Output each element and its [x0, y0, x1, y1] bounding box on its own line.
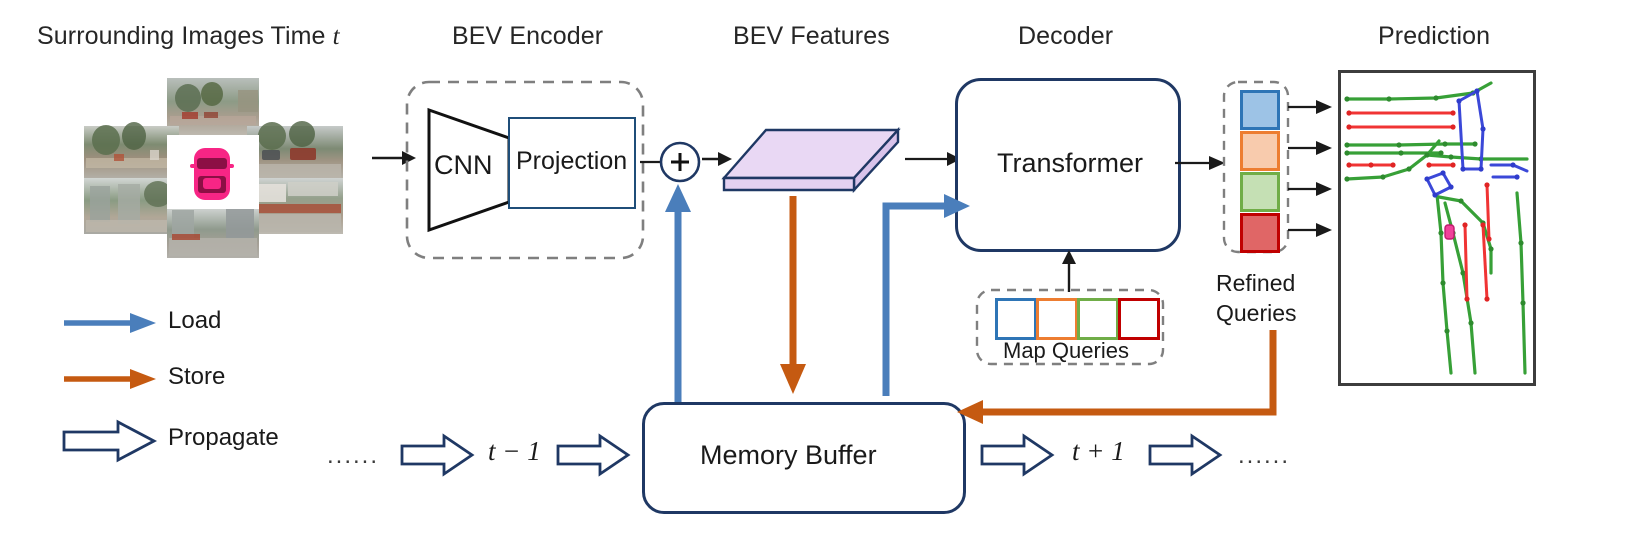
- refined-query-swatch-orange[interactable]: [1240, 131, 1280, 171]
- legend-load-arrow: [62, 310, 158, 336]
- legend-store-arrow: [62, 366, 158, 392]
- timeline-prev-step: t − 1: [488, 436, 541, 466]
- timeline-next-step: t + 1: [1072, 436, 1125, 466]
- refined-queries-label-line1: Refined: [1216, 270, 1296, 296]
- stage-title-decoder: Decoder: [1018, 22, 1114, 50]
- refined-query-swatch-red[interactable]: [1240, 213, 1280, 253]
- time-variable-t: t: [332, 23, 340, 50]
- ego-vehicle-icon: [190, 148, 234, 200]
- camera-front: [167, 78, 259, 140]
- cnn-label: CNN: [434, 150, 493, 180]
- load-arrow-to-sum: [663, 182, 693, 410]
- stage-title-surrounding-images: Surrounding Images Time t: [37, 22, 340, 51]
- camera-front-left: [84, 122, 179, 180]
- arrow-transformer-to-refined: [1175, 152, 1227, 174]
- store-arrow-refined-to-memory: [955, 330, 1295, 440]
- prediction-hd-map[interactable]: [1338, 70, 1536, 386]
- arrows-refined-to-prediction: [1288, 84, 1338, 254]
- legend-propagate-arrow: [62, 419, 158, 463]
- map-divider-vertices: [1346, 110, 1492, 302]
- legend-label-load: Load: [168, 307, 222, 334]
- refined-query-swatch-blue[interactable]: [1240, 90, 1280, 130]
- store-arrow-bev-to-memory: [778, 196, 808, 396]
- projection-label: Projection: [516, 147, 628, 175]
- transformer-label: Transformer: [997, 148, 1144, 178]
- arrow-map-queries-to-transformer: [1058, 250, 1080, 292]
- camera-back-right: [247, 178, 343, 234]
- camera-back-left: [84, 178, 179, 234]
- refined-query-swatch-green[interactable]: [1240, 172, 1280, 212]
- surrounding-images-text: Surrounding Images Time: [37, 22, 333, 50]
- timeline-right-ellipsis: ......: [1238, 442, 1291, 469]
- memory-buffer-label: Memory Buffer: [700, 440, 877, 470]
- legend-label-store: Store: [168, 363, 226, 390]
- stage-title-bev-encoder: BEV Encoder: [452, 22, 604, 50]
- stage-title-bev-features: BEV Features: [733, 22, 890, 50]
- map-ego-vehicle-marker: [1444, 224, 1455, 240]
- propagate-arrow-left-2: [556, 433, 631, 477]
- propagate-arrow-right-1: [980, 433, 1055, 477]
- surrounding-camera-collage: [62, 78, 362, 258]
- propagate-arrow-right-2: [1148, 433, 1223, 477]
- camera-back: [167, 206, 259, 258]
- camera-front-right: [247, 121, 343, 180]
- stage-title-prediction: Prediction: [1378, 22, 1491, 50]
- refined-queries-label: Refined Queries: [1216, 268, 1297, 328]
- propagate-arrow-left-1: [400, 433, 475, 477]
- legend-label-propagate: Propagate: [168, 424, 279, 451]
- timeline-left-ellipsis: ......: [327, 442, 380, 469]
- refined-queries-label-line2: Queries: [1216, 300, 1297, 326]
